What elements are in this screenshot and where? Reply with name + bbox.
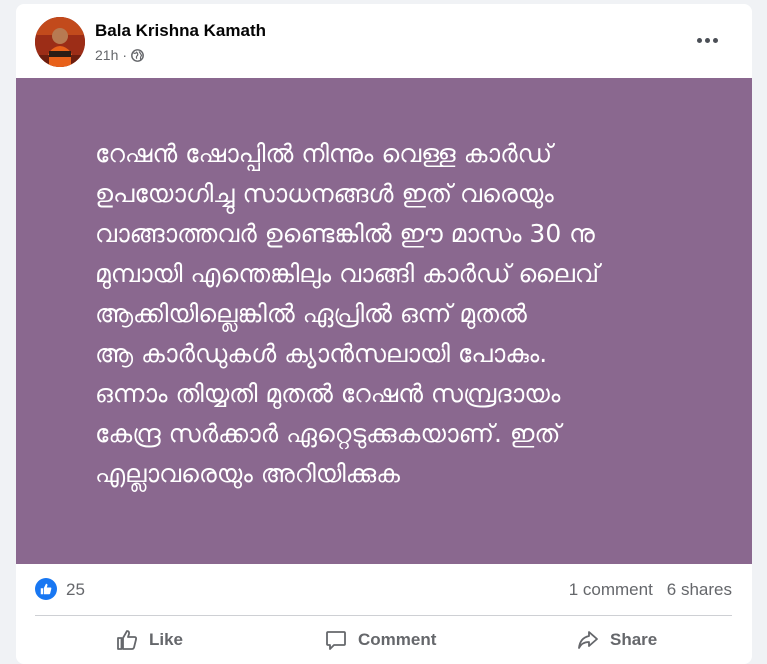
- avatar[interactable]: [35, 17, 85, 67]
- share-count[interactable]: 6 shares: [667, 580, 732, 600]
- like-button[interactable]: Like: [115, 628, 183, 652]
- comment-label: Comment: [358, 630, 437, 649]
- comment-icon: [326, 631, 346, 650]
- share-button[interactable]: Share: [576, 628, 657, 652]
- post-text: റേഷൻ ഷോപ്പിൽ നിന്നും വെള്ള കാർഡ് ഉപയോഗിച…: [95, 139, 600, 488]
- thumbs-up-icon: [117, 630, 137, 650]
- globe-icon: [131, 48, 144, 62]
- like-reaction-icon[interactable]: [35, 578, 57, 600]
- more-options-icon[interactable]: [689, 27, 725, 53]
- post-stats: 25 1 comment 6 shares: [35, 576, 732, 604]
- post-meta: 21h ·: [95, 47, 144, 63]
- post-header: Bala Krishna Kamath 21h ·: [35, 17, 735, 69]
- share-label: Share: [610, 630, 658, 649]
- post-card: Bala Krishna Kamath 21h · റേഷൻ ഷോപ്പിൽ ന…: [0, 0, 767, 664]
- reaction-count[interactable]: 25: [66, 580, 85, 600]
- post-time[interactable]: 21h: [95, 47, 118, 63]
- comment-button[interactable]: Comment: [324, 628, 436, 652]
- author-name[interactable]: Bala Krishna Kamath: [95, 21, 266, 41]
- divider: [35, 615, 732, 616]
- share-icon: [578, 631, 598, 649]
- engagement-counts: 1 comment 6 shares: [569, 580, 732, 600]
- like-label: Like: [149, 630, 184, 649]
- meta-separator: ·: [122, 47, 128, 63]
- post-background: റേഷൻ ഷോപ്പിൽ നിന്നും വെള്ള കാർഡ് ഉപയോഗിച…: [16, 78, 752, 564]
- comment-count[interactable]: 1 comment: [569, 580, 653, 600]
